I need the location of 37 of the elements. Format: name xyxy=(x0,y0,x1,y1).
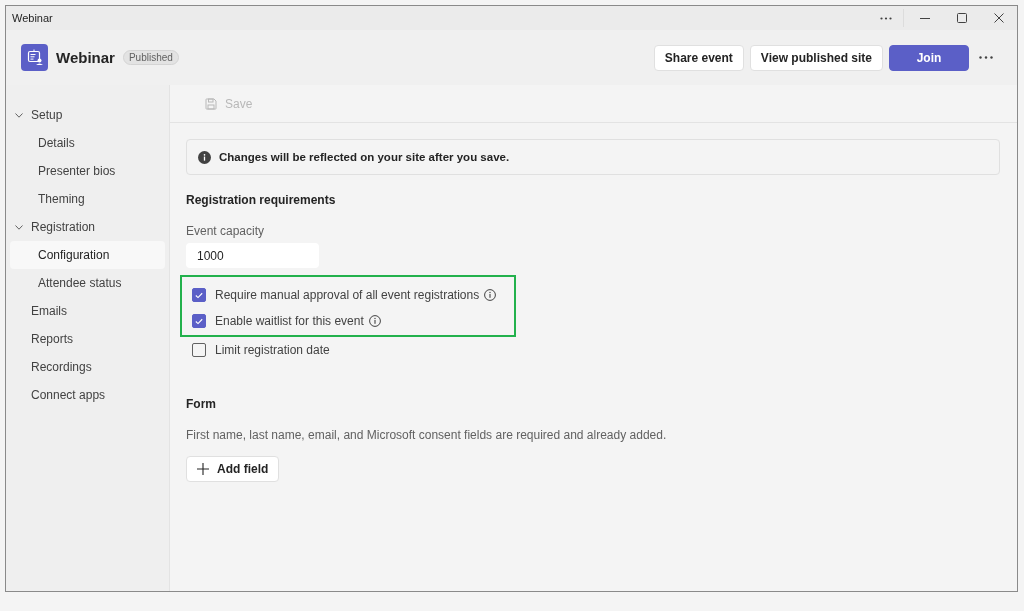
field-label: Event capacity xyxy=(186,224,265,238)
header-button[interactable]: View published site xyxy=(749,44,883,71)
sidebar-item[interactable]: Details xyxy=(10,129,165,157)
sidebar-item[interactable]: Reports xyxy=(10,325,165,353)
sidebar-item[interactable]: Theming xyxy=(10,185,165,213)
header-button[interactable]: Join xyxy=(889,44,969,71)
checkbox-label: Limit registration date xyxy=(215,343,330,357)
sidebar-item[interactable]: Emails xyxy=(10,297,165,325)
checkmark-icon xyxy=(195,291,203,299)
checkbox[interactable] xyxy=(192,314,206,328)
info-message: Changes will be reflected on your site after you save. xyxy=(219,151,510,163)
capacity-input[interactable]: 1000 xyxy=(186,243,319,268)
section-heading: Form xyxy=(186,397,216,411)
sidebar-item[interactable]: Recordings xyxy=(10,353,165,381)
section-heading: Registration requirements xyxy=(186,193,336,207)
info-icon xyxy=(198,150,211,164)
sidebar-item[interactable]: Connect apps xyxy=(10,381,165,409)
window-title: Webinar xyxy=(12,12,53,24)
info-icon[interactable] xyxy=(368,315,381,327)
info-icon[interactable] xyxy=(484,289,497,301)
sidebar-item[interactable]: Presenter bios xyxy=(10,157,165,185)
form-description: First name, last name, email, and Microsoft consent fields are required and already added. xyxy=(186,428,667,442)
sidebar-item[interactable]: Attendee status xyxy=(10,269,165,297)
sidebar-item[interactable]: Configuration xyxy=(10,241,165,269)
event-title: Webinar xyxy=(56,49,115,66)
checkbox[interactable] xyxy=(192,343,206,357)
checkbox[interactable] xyxy=(192,288,206,302)
app-icon xyxy=(21,44,48,71)
add-field-button[interactable]: Add field xyxy=(186,456,280,482)
checkbox-label: Enable waitlist for this event xyxy=(215,314,364,328)
checkmark-icon xyxy=(195,317,203,325)
header-button[interactable]: Share event xyxy=(653,44,744,71)
status-badge: Published xyxy=(122,50,179,65)
sidebar-item[interactable]: Setup xyxy=(10,101,165,129)
plus-icon xyxy=(197,463,209,475)
sidebar-item[interactable]: Registration xyxy=(10,213,165,241)
checkbox-label: Require manual approval of all event registrations xyxy=(215,288,480,302)
